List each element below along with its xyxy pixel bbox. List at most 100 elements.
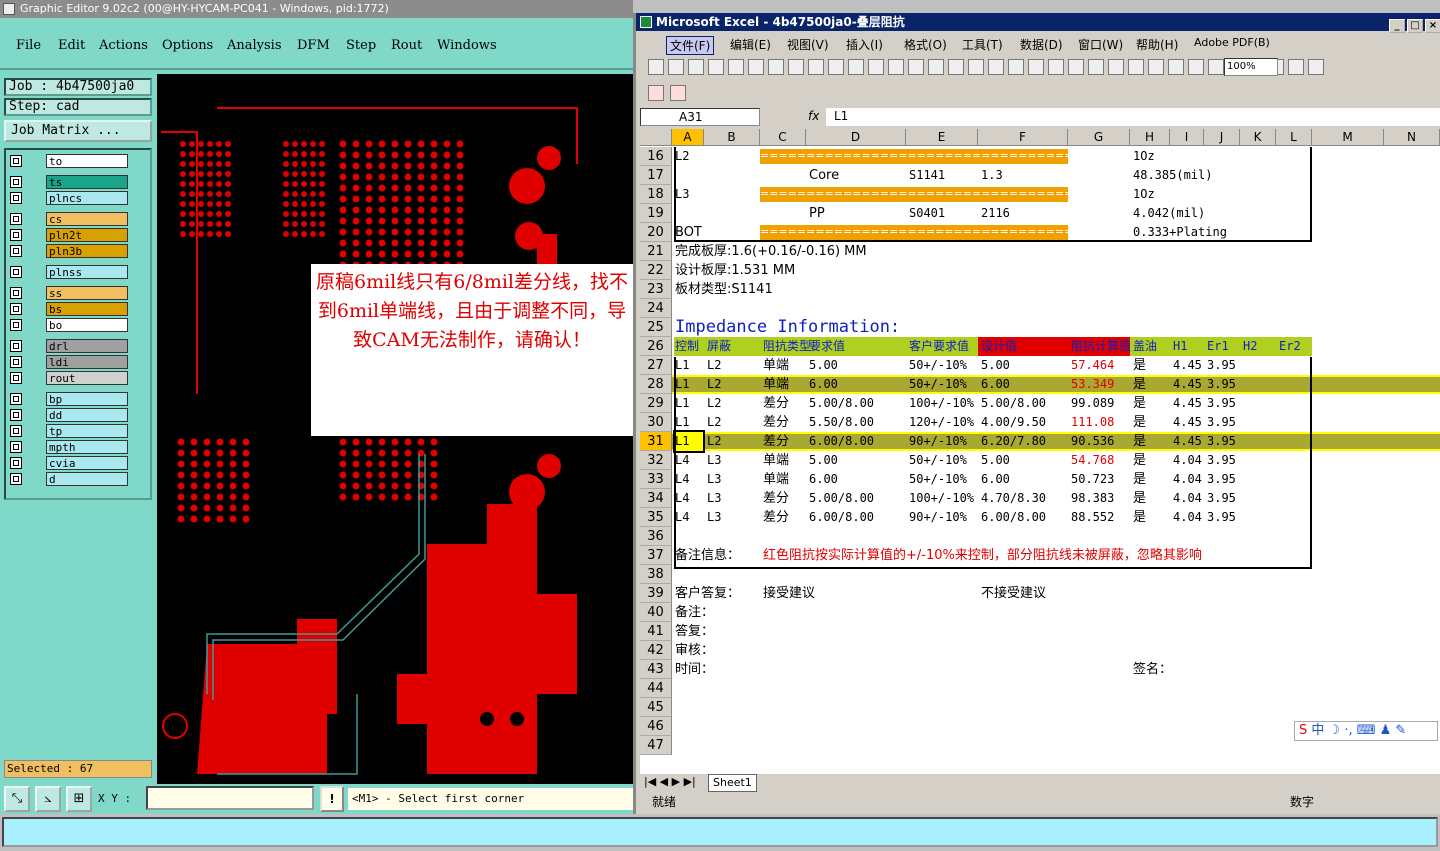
menu-tools-cn[interactable]: 工具(T) bbox=[962, 36, 1003, 53]
cell-C26[interactable]: 阻抗类型 bbox=[763, 337, 811, 356]
column-header[interactable]: N bbox=[1384, 129, 1440, 146]
column-header[interactable]: E bbox=[906, 129, 978, 146]
menu-file-cn[interactable]: 文件(F) bbox=[666, 36, 715, 55]
row-header[interactable]: 38 bbox=[640, 565, 672, 584]
cell-E26[interactable]: 客户要求值 bbox=[909, 337, 969, 356]
menu-insert-cn[interactable]: 插入(I) bbox=[846, 36, 883, 53]
layer-name[interactable]: dd bbox=[46, 408, 128, 422]
layer-name[interactable]: bs bbox=[46, 302, 128, 316]
row-header[interactable]: 16 bbox=[640, 147, 672, 166]
column-header[interactable]: I bbox=[1170, 129, 1204, 146]
menu-dfm[interactable]: DFM bbox=[297, 38, 330, 53]
cell-L26[interactable]: Er2 bbox=[1279, 337, 1301, 356]
row-header[interactable]: 21 bbox=[640, 242, 672, 261]
cell-A41[interactable]: 答复： bbox=[675, 622, 714, 641]
toolbar-button-icon[interactable] bbox=[988, 59, 1004, 75]
toolbar-button-icon[interactable] bbox=[1048, 59, 1064, 75]
menu-window-cn[interactable]: 窗口(W) bbox=[1078, 36, 1123, 53]
layer-row-ts[interactable]: ts bbox=[10, 175, 128, 189]
layer-checkbox[interactable] bbox=[10, 303, 22, 315]
layer-checkbox[interactable] bbox=[10, 245, 22, 257]
toolbar-button-icon[interactable] bbox=[1108, 59, 1124, 75]
toolbar-button-icon[interactable] bbox=[1068, 59, 1084, 75]
row-header[interactable]: 36 bbox=[640, 527, 672, 546]
row-header[interactable]: 46 bbox=[640, 717, 672, 736]
cell-A39[interactable]: 客户答复： bbox=[675, 584, 740, 603]
layer-row-bo[interactable]: bo bbox=[10, 318, 128, 332]
row-header[interactable]: 17 bbox=[640, 166, 672, 185]
menu-format-cn[interactable]: 格式(O) bbox=[904, 36, 947, 53]
cell-H43[interactable]: 签名： bbox=[1133, 660, 1172, 679]
layer-checkbox[interactable] bbox=[10, 441, 22, 453]
layer-name[interactable]: ss bbox=[46, 286, 128, 300]
column-header[interactable]: A bbox=[672, 129, 704, 146]
layer-row-to[interactable]: to bbox=[10, 154, 128, 168]
measure-icon[interactable]: ⦣ bbox=[35, 786, 61, 812]
select-all-corner[interactable] bbox=[640, 129, 672, 146]
row-header[interactable]: 19 bbox=[640, 204, 672, 223]
cell-A21[interactable]: 完成板厚:1.6(+0.16/-0.16) MM bbox=[675, 242, 867, 261]
menu-options[interactable]: Options bbox=[162, 38, 213, 53]
layer-row-dd[interactable]: dd bbox=[10, 408, 128, 422]
toolbar-button-icon[interactable] bbox=[1168, 59, 1184, 75]
cell-I26[interactable]: H1 bbox=[1173, 337, 1187, 356]
zoom-fit-icon[interactable]: ⤡ bbox=[4, 786, 30, 812]
layer-row-cs[interactable]: cs bbox=[10, 212, 128, 226]
menu-rout[interactable]: Rout bbox=[391, 38, 422, 53]
cell-B26[interactable]: 屏蔽 bbox=[707, 337, 731, 356]
row-header[interactable]: 28 bbox=[640, 375, 672, 394]
toolbar-button-icon[interactable] bbox=[668, 59, 684, 75]
close-icon[interactable]: × bbox=[1425, 19, 1440, 33]
cell-D26[interactable]: 要求值 bbox=[809, 337, 845, 356]
minimize-icon[interactable]: _ bbox=[1389, 19, 1405, 33]
layer-checkbox[interactable] bbox=[10, 425, 22, 437]
formula-bar[interactable]: L1 bbox=[826, 108, 1440, 126]
toolbar-button-icon[interactable] bbox=[728, 59, 744, 75]
row-header[interactable]: 35 bbox=[640, 508, 672, 527]
toolbar-button-icon[interactable] bbox=[928, 59, 944, 75]
cell-A23[interactable]: 板材类型:S1141 bbox=[675, 280, 773, 299]
column-header[interactable]: K bbox=[1240, 129, 1276, 146]
row-header[interactable]: 26 bbox=[640, 337, 672, 356]
layer-row-bp[interactable]: bp bbox=[10, 392, 128, 406]
layer-checkbox[interactable] bbox=[10, 266, 22, 278]
ime-mode[interactable]: 中 bbox=[1311, 723, 1324, 738]
row-header[interactable]: 29 bbox=[640, 394, 672, 413]
xy-input[interactable] bbox=[146, 786, 314, 810]
menu-view-cn[interactable]: 视图(V) bbox=[787, 36, 829, 53]
menu-edit-cn[interactable]: 编辑(E) bbox=[730, 36, 771, 53]
layer-checkbox[interactable] bbox=[10, 155, 22, 167]
cell-C39[interactable]: 接受建议 bbox=[763, 584, 815, 603]
toolbar-button-icon[interactable] bbox=[968, 59, 984, 75]
row-header[interactable]: 42 bbox=[640, 641, 672, 660]
toolbar-button-icon[interactable] bbox=[1208, 59, 1224, 75]
layer-checkbox[interactable] bbox=[10, 356, 22, 368]
layer-name[interactable]: drl bbox=[46, 339, 128, 353]
row-header[interactable]: 43 bbox=[640, 660, 672, 679]
pdf-mail-icon[interactable] bbox=[670, 85, 686, 101]
cell-A22[interactable]: 设计板厚:1.531 MM bbox=[675, 261, 795, 280]
column-header[interactable]: J bbox=[1204, 129, 1240, 146]
menu-windows[interactable]: Windows bbox=[437, 38, 497, 53]
row-header[interactable]: 47 bbox=[640, 736, 672, 755]
row-header[interactable]: 45 bbox=[640, 698, 672, 717]
toolbar-button-icon[interactable] bbox=[828, 59, 844, 75]
menu-data-cn[interactable]: 数据(D) bbox=[1020, 36, 1063, 53]
layer-name[interactable]: d bbox=[46, 472, 128, 486]
toolbar-button-icon[interactable] bbox=[1128, 59, 1144, 75]
row-header[interactable]: 18 bbox=[640, 185, 672, 204]
menu-adobe-pdf[interactable]: Adobe PDF(B) bbox=[1194, 36, 1270, 49]
job-matrix-button[interactable]: Job Matrix ... bbox=[4, 120, 152, 142]
layer-row-ldi[interactable]: ldi bbox=[10, 355, 128, 369]
layer-row-plnss[interactable]: plnss bbox=[10, 265, 128, 279]
cell-H26[interactable]: 盖油 bbox=[1133, 337, 1157, 356]
column-header[interactable]: C bbox=[760, 129, 806, 146]
sheet-nav-icons[interactable]: |◀ ◀ ▶ ▶| bbox=[644, 774, 696, 790]
layer-checkbox[interactable] bbox=[10, 192, 22, 204]
layer-name[interactable]: pln3b bbox=[46, 244, 128, 258]
message-button[interactable]: ! bbox=[320, 786, 344, 812]
layer-name[interactable]: bo bbox=[46, 318, 128, 332]
toolbar-button-icon[interactable] bbox=[848, 59, 864, 75]
toolbar-button-icon[interactable] bbox=[948, 59, 964, 75]
cell-A26[interactable]: 控制 bbox=[675, 337, 699, 356]
